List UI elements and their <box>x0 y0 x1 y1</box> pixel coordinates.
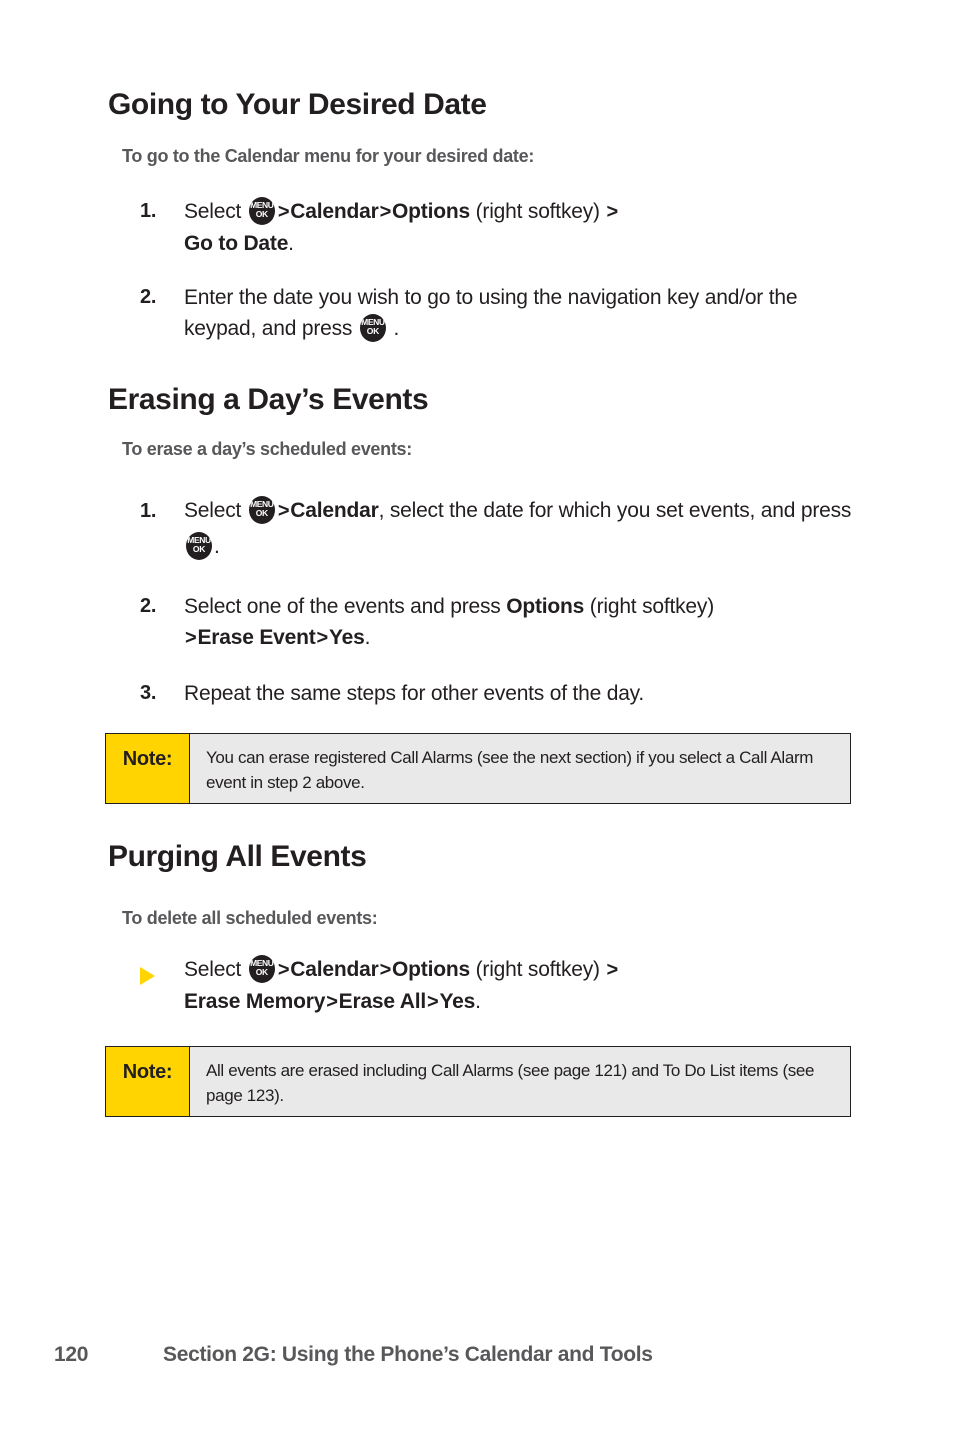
step-text: Select one of the events and press Optio… <box>184 595 714 650</box>
step-text: Repeat the same steps for other events o… <box>184 682 645 705</box>
list-item-bullet-purging: Select MENU OK >Calendar>Options (right so… <box>140 954 870 1017</box>
note-text: All events are erased including Call Ala… <box>206 1061 815 1105</box>
menu-ok-key-icon: MENU OK <box>248 955 275 983</box>
chevron-separator-icon: > <box>316 627 329 650</box>
step-number: 2. <box>140 595 157 617</box>
menu-ok-key-icon: MENU OK <box>359 314 386 343</box>
note-text: You can erase registered Call Alarms (se… <box>206 748 814 792</box>
note-label: Note: <box>106 1047 190 1116</box>
step-number: 2. <box>140 286 157 308</box>
chevron-separator-icon: > <box>277 959 290 981</box>
chevron-separator-icon: > <box>326 990 338 1013</box>
page-number: 120 <box>54 1343 89 1366</box>
menu-ok-key-icon: MENU OK <box>248 496 275 524</box>
list-item-step-2-erasing: 2. Select one of the events and press Op… <box>140 591 870 654</box>
chevron-separator-icon: > <box>379 201 392 223</box>
step-text: Enter the date you wish to go to using t… <box>184 286 798 343</box>
lead-in-text-going-to-your-desired-date: To go to the Calendar menu for your desi… <box>122 146 535 166</box>
list-item-step-1-erasing: 1. Select MENU OK >Calendar, select the da… <box>140 493 870 565</box>
lead-in-text-erasing-a-days-events: To erase a day’s scheduled events: <box>122 439 412 459</box>
list-item-step-1-going: 1. Select MENU OK >Calendar>Options (right… <box>140 196 870 259</box>
chevron-separator-icon: > <box>379 959 392 981</box>
chevron-separator-icon: > <box>606 959 618 981</box>
section-heading-purging-all-events: Purging All Events <box>108 840 367 873</box>
chevron-separator-icon: > <box>277 500 290 522</box>
chevron-separator-icon: > <box>606 201 618 223</box>
step-number: 1. <box>140 200 157 222</box>
section-heading-erasing-a-days-events: Erasing a Day’s Events <box>108 383 429 416</box>
step-text: Select MENU OK >Calendar>Options (right so… <box>184 954 870 1017</box>
footer-section-title: Section 2G: Using the Phone’s Calendar a… <box>163 1343 653 1366</box>
menu-ok-key-icon: MENU OK <box>186 532 212 561</box>
chevron-separator-icon: > <box>185 627 197 650</box>
step-text: Select MENU OK >Calendar>Options (right so… <box>184 196 870 259</box>
step-number: 1. <box>140 500 157 522</box>
chevron-separator-icon: > <box>277 201 290 223</box>
lead-in-text-purging-all-events: To delete all scheduled events: <box>122 908 378 928</box>
list-item-step-3-erasing: 3. Repeat the same steps for other event… <box>140 678 870 709</box>
note-label: Note: <box>106 734 190 803</box>
step-number: 3. <box>140 682 157 704</box>
menu-ok-key-icon: MENU OK <box>248 197 275 225</box>
section-heading-going-to-your-desired-date: Going to Your Desired Date <box>108 88 487 121</box>
step-text: Select MENU OK >Calendar, select the date … <box>184 493 870 565</box>
list-item-step-2-going: 2. Enter the date you wish to go to usin… <box>140 282 870 344</box>
page-footer: 120 Section 2G: Using the Phone’s Calend… <box>54 1343 653 1367</box>
document-page: Going to Your Desired Date To go to the … <box>0 0 954 1431</box>
note-box-purging: Note: All events are erased including Ca… <box>105 1046 851 1117</box>
note-box-erasing: Note: You can erase registered Call Alar… <box>105 733 851 804</box>
triangle-bullet-icon <box>140 954 184 994</box>
chevron-separator-icon: > <box>426 990 439 1013</box>
